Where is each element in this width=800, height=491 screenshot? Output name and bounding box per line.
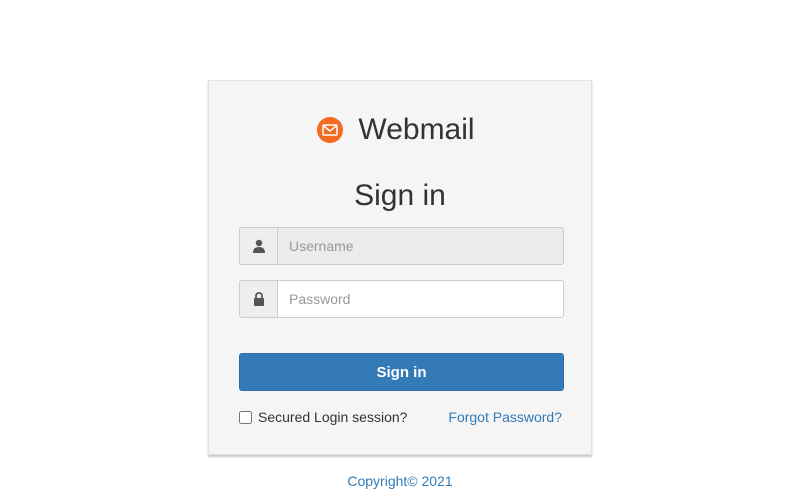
- password-group: [239, 280, 564, 318]
- sign-in-button[interactable]: Sign in: [239, 353, 564, 391]
- password-field[interactable]: [277, 280, 564, 318]
- envelope-icon: [317, 117, 344, 143]
- lock-icon: [239, 280, 277, 318]
- username-group: [239, 227, 564, 265]
- page-title: Sign in: [354, 179, 446, 212]
- brand-name: Webmail: [358, 113, 475, 146]
- brand-header: Webmail: [209, 113, 591, 147]
- copyright-footer[interactable]: Copyright© 2021: [0, 472, 800, 490]
- forgot-password-link[interactable]: Forgot Password?: [448, 407, 562, 427]
- user-icon: [239, 227, 277, 265]
- username-field[interactable]: [277, 227, 564, 265]
- login-panel: Webmail Sign in Sign in Secured Login se…: [208, 80, 592, 455]
- secured-login-option[interactable]: Secured Login session?: [239, 407, 407, 427]
- secured-login-label: Secured Login session?: [258, 409, 408, 425]
- secured-login-checkbox[interactable]: [239, 410, 252, 424]
